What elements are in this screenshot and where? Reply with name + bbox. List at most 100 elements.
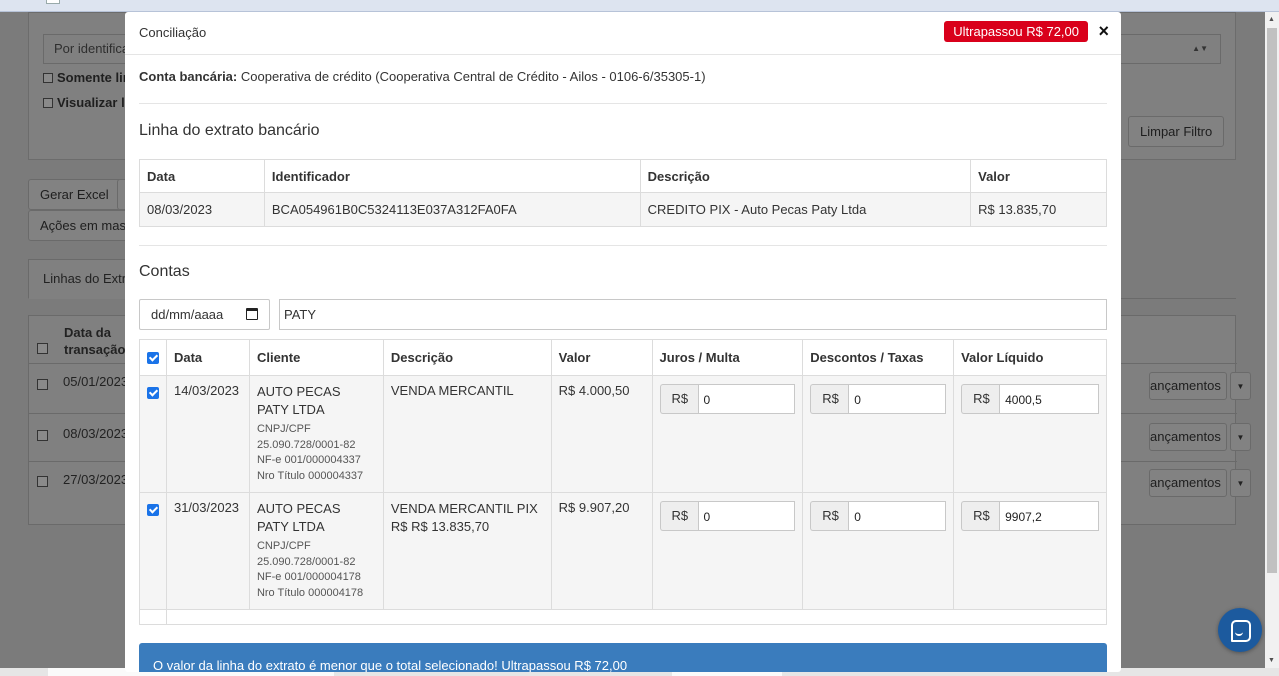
checkbox-box[interactable]	[43, 97, 53, 108]
export-excel-button[interactable]: Gerar Excel	[28, 179, 121, 210]
table-row[interactable]: 31/03/2023 AUTO PECAS PATY LTDA CNPJ/CPF…	[139, 492, 1107, 610]
currency-addon: R$	[810, 501, 849, 531]
interest-input-group: R$ 0	[659, 501, 796, 531]
browser-top-strip	[0, 0, 1279, 12]
col-description: Descrição	[382, 339, 552, 376]
client-name: AUTO PECAS PATY LTDA	[256, 384, 341, 417]
close-icon[interactable]: ×	[1098, 21, 1109, 41]
row-date: 08/03/2023	[63, 426, 129, 441]
statement-identifier: BCA054961B0C5324113E037A312FA0FA	[263, 192, 641, 227]
net-value-input[interactable]: 9907,2	[999, 501, 1099, 531]
accounts-table: Data Cliente Descrição Valor Juros / Mul…	[139, 339, 1108, 625]
doc-label: CNPJ/CPF	[256, 540, 311, 552]
col-value: Valor	[550, 339, 653, 376]
table-footer-row	[139, 609, 1108, 625]
discount-input-group: R$ 0	[810, 501, 947, 531]
row-checkbox[interactable]	[147, 387, 159, 399]
row-description: VENDA MERCANTIL PIX R$ R$ 13.835,70	[382, 492, 552, 610]
reconciliation-modal: Conciliação Ultrapassou R$ 72,00 × Conta…	[125, 12, 1121, 672]
chat-icon[interactable]	[1218, 608, 1262, 652]
top-strip-box	[46, 0, 60, 4]
divider	[139, 245, 1107, 246]
net-value-input-group: R$ 9907,2	[961, 501, 1099, 531]
bank-account-line: Conta bancária: Cooperativa de crédito (…	[139, 69, 706, 84]
scrollbar-thumb[interactable]	[1267, 28, 1277, 573]
search-input[interactable]: PATY	[279, 299, 1107, 330]
entries-button[interactable]: ançamentos	[1149, 372, 1227, 400]
currency-addon: R$	[659, 384, 698, 414]
search-type-value: Por identifica	[54, 41, 130, 56]
interest-input-group: R$ 0	[659, 384, 796, 414]
discount-input-group: R$ 0	[810, 384, 947, 414]
only-lines-checkbox[interactable]: Somente lin	[43, 70, 131, 85]
statement-description: CREDITO PIX - Auto Pecas Paty Ltda	[639, 192, 972, 227]
row-date: 31/03/2023	[165, 492, 250, 610]
chevron-down-icon[interactable]: ▼	[1230, 372, 1251, 400]
row-checkbox[interactable]	[37, 476, 48, 487]
row-value: R$ 9.907,20	[550, 492, 653, 610]
date-filter-input[interactable]: dd/mm/aaaa	[139, 299, 270, 330]
scroll-down-icon[interactable]: ▼	[1268, 657, 1275, 664]
bank-account-value: Cooperativa de crédito (Cooperativa Cent…	[240, 69, 706, 84]
bank-account-label: Conta bancária:	[139, 69, 238, 84]
col-discount: Descontos / Taxas	[802, 339, 955, 376]
invoice-number: NF-e 001/000004337	[256, 454, 361, 466]
page-scrollbar[interactable]: ▲ ▼	[1265, 12, 1279, 668]
interest-input[interactable]: 0	[697, 384, 796, 414]
entries-button[interactable]: ançamentos	[1149, 469, 1227, 497]
interest-input[interactable]: 0	[697, 501, 796, 531]
currency-addon: R$	[659, 501, 698, 531]
row-date: 14/03/2023	[165, 375, 250, 493]
row-checkbox[interactable]	[37, 430, 48, 441]
row-value: R$ 4.000,50	[550, 375, 653, 493]
statement-date: 08/03/2023	[139, 192, 265, 227]
doc-label: CNPJ/CPF	[256, 423, 311, 435]
client-doc: 25.090.728/0001-82	[256, 555, 356, 568]
currency-addon: R$	[961, 501, 1000, 531]
checkbox-label: Somente lin	[57, 70, 131, 85]
discount-input[interactable]: 0	[848, 384, 947, 414]
net-value-input[interactable]: 4000,5	[999, 384, 1099, 414]
statement-header-row: Data Identificador Descrição Valor	[139, 159, 1107, 193]
date-placeholder: dd/mm/aaaa	[151, 307, 224, 322]
select-all-checkbox[interactable]	[37, 343, 48, 354]
row-checkbox[interactable]	[37, 379, 48, 390]
accounts-heading: Contas	[139, 263, 190, 280]
discount-input[interactable]: 0	[848, 501, 947, 531]
col-net-value: Valor Líquido	[953, 339, 1107, 376]
row-description: VENDA MERCANTIL	[382, 375, 552, 493]
divider	[139, 103, 1107, 104]
currency-addon: R$	[810, 384, 849, 414]
view-lines-checkbox[interactable]: Visualizar li	[43, 95, 128, 110]
client-name: AUTO PECAS PATY LTDA	[256, 501, 341, 534]
col-description: Descrição	[639, 159, 972, 193]
modal-title: Conciliação	[139, 25, 207, 40]
statement-row: 08/03/2023 BCA054961B0C5324113E037A312FA…	[139, 192, 1107, 227]
title-number: Nro Título 000004337	[256, 469, 364, 482]
currency-addon: R$	[961, 384, 1000, 414]
row-date: 27/03/2023	[63, 472, 129, 487]
col-value: Valor	[970, 159, 1107, 193]
col-identifier: Identificador	[263, 159, 641, 193]
calendar-icon[interactable]	[246, 308, 258, 320]
table-header-date: Data da transação	[64, 325, 126, 357]
scroll-up-icon[interactable]: ▲	[1268, 16, 1275, 23]
exceeded-alert: O valor da linha do extrato é menor que …	[139, 643, 1107, 672]
checkbox-box[interactable]	[43, 72, 53, 83]
statement-value: R$ 13.835,70	[970, 192, 1107, 227]
col-date: Data	[165, 339, 250, 376]
chevron-down-icon[interactable]: ▼	[1230, 423, 1251, 451]
chevron-down-icon[interactable]: ▼	[1230, 469, 1251, 497]
search-value: PATY	[284, 307, 317, 322]
client-doc: 25.090.728/0001-82	[256, 438, 356, 451]
select-all-checkbox[interactable]	[147, 352, 159, 364]
col-client: Cliente	[248, 339, 384, 376]
row-checkbox[interactable]	[147, 504, 159, 516]
entries-button[interactable]: ançamentos	[1149, 423, 1227, 451]
statement-heading: Linha do extrato bancário	[139, 122, 320, 139]
table-row[interactable]: 14/03/2023 AUTO PECAS PATY LTDA CNPJ/CPF…	[139, 375, 1107, 493]
net-value-input-group: R$ 4000,5	[961, 384, 1099, 414]
clear-filter-button[interactable]: Limpar Filtro	[1128, 116, 1225, 147]
chevron-down-icon: ▲▼	[1192, 44, 1208, 53]
accounts-header-row: Data Cliente Descrição Valor Juros / Mul…	[139, 339, 1107, 376]
